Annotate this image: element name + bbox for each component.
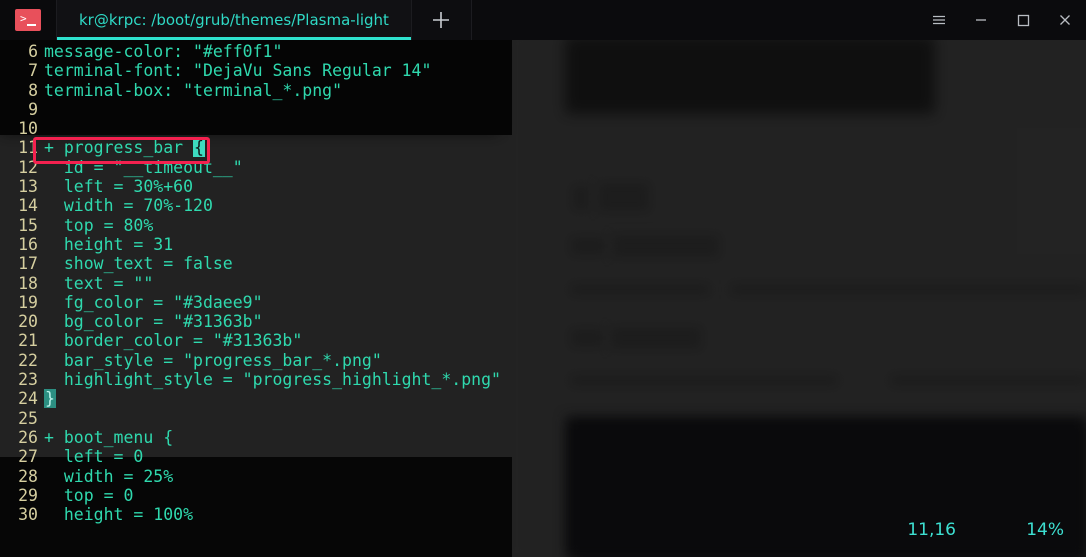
line-number: 28 — [18, 466, 38, 486]
tab-strip-filler — [471, 0, 918, 40]
line-text: + boot_menu { — [44, 427, 174, 447]
line-number: 30 — [18, 505, 38, 525]
line-text: top = 80% — [44, 215, 154, 235]
code-line[interactable]: 18 text = "" — [0, 274, 1086, 293]
maximize-button[interactable] — [1002, 0, 1044, 40]
line-number: 10 — [18, 119, 38, 139]
maximize-icon — [1017, 14, 1030, 27]
close-button[interactable] — [1044, 0, 1086, 40]
code-line[interactable]: 24} — [0, 389, 1086, 409]
line-text: message-color: "#eff0f1" — [44, 42, 283, 61]
text-cursor: { — [193, 138, 205, 158]
line-number: 8 — [28, 80, 38, 100]
line-number: 9 — [28, 99, 38, 119]
close-icon — [1060, 15, 1070, 25]
line-text: top = 0 — [44, 485, 134, 505]
line-text: fg_color = "#3daee9" — [44, 292, 263, 312]
line-number: 29 — [18, 485, 38, 505]
code-line[interactable]: 23 highlight_style = "progress_highlight… — [0, 370, 1086, 389]
line-number: 19 — [18, 292, 38, 312]
plus-icon — [433, 12, 450, 28]
line-text: text = "" — [44, 273, 154, 293]
code-line[interactable]: 22 bar_style = "progress_bar_*.png" — [0, 351, 1086, 370]
code-line[interactable]: 11 + progress_bar { — [0, 138, 1086, 158]
line-number: 18 — [18, 273, 38, 293]
title-bar: > kr@krpc: /boot/grub/themes/Plasma-ligh… — [0, 0, 1086, 40]
code-line[interactable]: 30 height = 100% — [0, 505, 1086, 524]
code-line[interactable]: 25 — [0, 409, 1086, 428]
code-line[interactable]: 19 fg_color = "#3daee9" — [0, 293, 1086, 312]
window-controls — [918, 0, 1086, 40]
line-text: border_color = "#31363b" — [44, 331, 303, 351]
code-line[interactable]: 7 terminal-font: "DejaVu Sans Regular 14" — [0, 61, 1086, 80]
tab-active[interactable]: kr@krpc: /boot/grub/themes/Plasma-light — [56, 0, 412, 40]
line-text: width = 70%-120 — [44, 196, 213, 216]
tab-strip: kr@krpc: /boot/grub/themes/Plasma-light — [56, 0, 918, 40]
code-line[interactable]: 9 — [0, 100, 1086, 119]
code-line[interactable]: 20 bg_color = "#31363b" — [0, 312, 1086, 331]
line-number: 13 — [18, 177, 38, 197]
line-number: 15 — [18, 215, 38, 235]
terminal-icon-chevron: > — [20, 12, 27, 25]
code-line[interactable]: 15 top = 80% — [0, 216, 1086, 235]
terminal-icon: > — [15, 9, 41, 31]
code-line[interactable]: 29 top = 0 — [0, 486, 1086, 505]
code-line[interactable]: 27 left = 0 — [0, 447, 1086, 466]
code-line[interactable]: 10 — [0, 119, 1086, 138]
line-number: 14 — [18, 196, 38, 216]
line-text: left = 30%+60 — [44, 177, 194, 197]
code-line[interactable]: 21 border_color = "#31363b" — [0, 331, 1086, 350]
line-number: 12 — [18, 157, 38, 177]
line-number: 11 — [18, 138, 38, 158]
hamburger-icon — [933, 15, 945, 25]
terminal-icon-underscore — [27, 24, 36, 26]
code-lines: 6 message-color: "#eff0f1" 7 terminal-font:… — [0, 40, 1086, 524]
code-line[interactable]: 17 show_text = false — [0, 254, 1086, 273]
line-text: terminal-box: "terminal_*.png" — [44, 80, 343, 100]
line-number: 25 — [18, 408, 38, 428]
line-text: left = 0 — [44, 447, 144, 467]
line-text: show_text = false — [44, 254, 233, 274]
line-number: 17 — [18, 254, 38, 274]
line-text: height = 100% — [44, 505, 194, 525]
minimize-icon — [976, 19, 986, 21]
code-line[interactable]: 6 message-color: "#eff0f1" — [0, 42, 1086, 61]
code-line[interactable]: 13 left = 30%+60 — [0, 177, 1086, 196]
line-number: 27 — [18, 447, 38, 467]
line-number: 24 — [18, 389, 38, 409]
terminal-window: > kr@krpc: /boot/grub/themes/Plasma-ligh… — [0, 0, 1086, 557]
line-number: 21 — [18, 331, 38, 351]
line-text: height = 31 — [44, 234, 174, 254]
line-text: } — [38, 389, 56, 409]
line-number: 6 — [28, 42, 38, 61]
terminal-body[interactable]: 6 message-color: "#eff0f1" 7 terminal-font:… — [0, 40, 1086, 557]
line-text: terminal-font: "DejaVu Sans Regular 14" — [44, 61, 432, 81]
line-text: highlight_style = "progress_highlight_*.… — [44, 370, 501, 390]
line-number: 7 — [28, 61, 38, 81]
app-icon-slot: > — [0, 0, 56, 40]
menu-button[interactable] — [918, 0, 960, 40]
line-text: bar_style = "progress_bar_*.png" — [44, 350, 382, 370]
minimize-button[interactable] — [960, 0, 1002, 40]
line-number: 20 — [18, 312, 38, 332]
code-line[interactable]: 12 id = "__timeout__" — [0, 158, 1086, 177]
line-number: 22 — [18, 350, 38, 370]
line-text: width = 25% — [44, 466, 174, 486]
tab-label: kr@krpc: /boot/grub/themes/Plasma-light — [79, 11, 389, 29]
code-line[interactable]: 8 terminal-box: "terminal_*.png" — [0, 81, 1086, 100]
line-text: bg_color = "#31363b" — [44, 312, 263, 332]
matching-brace: } — [44, 389, 56, 409]
line-text: + progress_bar { — [44, 138, 205, 158]
line-number: 26 — [18, 427, 38, 447]
line-number: 16 — [18, 234, 38, 254]
code-line[interactable]: 26 + boot_menu { — [0, 428, 1086, 447]
code-line[interactable]: 14 width = 70%-120 — [0, 196, 1086, 215]
new-tab-button[interactable] — [411, 0, 472, 40]
code-line[interactable]: 28 width = 25% — [0, 467, 1086, 486]
line-text: id = "__timeout__" — [44, 157, 243, 177]
code-line[interactable]: 16 height = 31 — [0, 235, 1086, 254]
line-number: 23 — [18, 370, 38, 390]
